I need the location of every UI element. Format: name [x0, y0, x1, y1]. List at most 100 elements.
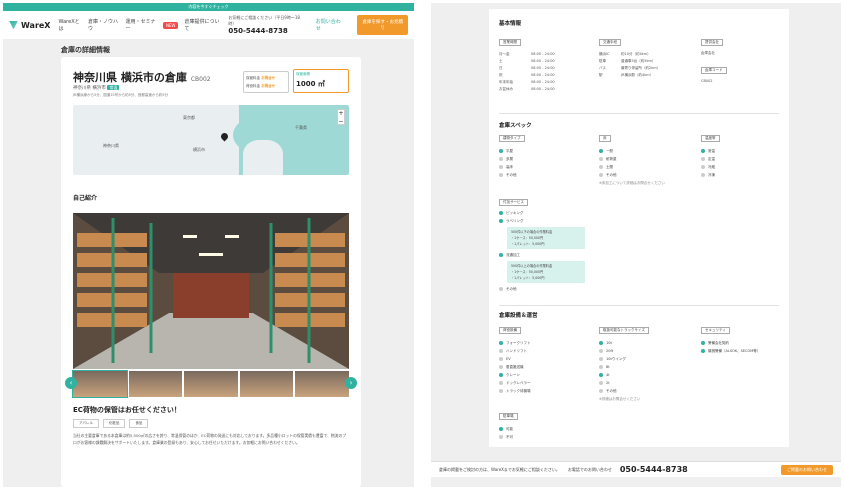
- site-header: WareX WareXとは 倉庫・ノウハウ 運用・セミナー NEW 倉庫提供につ…: [3, 11, 414, 39]
- hours-row: 08:00 - 24:00: [531, 73, 555, 77]
- option-row[interactable]: 機械警備（ALSOK、SECOM等）: [701, 347, 760, 355]
- footer-contact-button[interactable]: ご掲載のお問い合わせ: [781, 464, 833, 475]
- option-row[interactable]: ハンドリフト: [499, 347, 531, 355]
- access-value: JR横浜駅（約4km）: [621, 73, 654, 77]
- parking-options: 可能 不可: [499, 425, 513, 441]
- option-label: 機械警備（ALSOK、SECOM等）: [708, 349, 761, 353]
- access-tag: 交通手段: [599, 39, 621, 46]
- hours-row: 08:00 - 24:00: [531, 59, 555, 63]
- map[interactable]: 東京都 横浜市 神奈川県 千葉県 + −: [73, 105, 349, 175]
- warehouse-photo[interactable]: [73, 213, 349, 369]
- hours-row: 08:00 - 24:00: [531, 80, 555, 84]
- nav-seminar[interactable]: 運用・セミナー: [126, 18, 158, 32]
- nav-provide[interactable]: 倉庫提供について: [184, 18, 220, 32]
- radio-on-icon: [701, 149, 705, 153]
- option-row[interactable]: クレーン: [499, 371, 531, 379]
- radio-off-icon: [499, 349, 503, 353]
- option-row[interactable]: トラック待機場: [499, 387, 531, 395]
- page-title: 倉庫の詳細情報: [61, 46, 110, 54]
- truck-size-options: 10t 20ft 10tウイング 8t 4t 2t その他 ※詳細はお問合せくだ…: [599, 339, 640, 403]
- option-label: その他: [606, 389, 617, 393]
- radio-off-icon: [499, 357, 503, 361]
- option-row[interactable]: その他: [499, 171, 517, 179]
- option-row[interactable]: フォークリフト: [499, 339, 531, 347]
- warehouse-code: CB002: [190, 76, 211, 83]
- option-row[interactable]: 8t: [599, 363, 640, 371]
- new-badge: NEW: [163, 21, 179, 29]
- option-row[interactable]: 一般: [599, 147, 665, 155]
- option-label: 常温: [708, 149, 715, 153]
- access-name: バス: [599, 66, 606, 70]
- building-type-options: 平屋 多層 高床 その他: [499, 147, 517, 179]
- nav-knowhow[interactable]: 倉庫・ノウハウ: [88, 18, 120, 32]
- radio-off-icon: [499, 173, 503, 177]
- radio-on-icon: [599, 341, 603, 345]
- option-row[interactable]: 垂直搬送機: [499, 363, 531, 371]
- phone-number[interactable]: 050-5444-8738: [228, 27, 301, 35]
- option-label: 多層: [506, 157, 513, 161]
- option-label: 冷蔵: [708, 165, 715, 169]
- inquiry-link[interactable]: お問い合わせ: [316, 18, 344, 32]
- warehouse-id-tag: 倉庫コード: [701, 67, 727, 74]
- service-option-0[interactable]: ピッキング: [499, 211, 523, 216]
- nav-about[interactable]: WareXとは: [58, 18, 82, 32]
- radio-on-icon: [499, 211, 503, 215]
- option-label: 平屋: [506, 149, 513, 153]
- radio-on-icon: [499, 341, 503, 345]
- footer-phone[interactable]: 050-5444-8738: [620, 465, 688, 474]
- option-row[interactable]: 定温: [701, 155, 715, 163]
- option-row[interactable]: 10tウイング: [599, 355, 640, 363]
- radio-off-icon: [599, 165, 603, 169]
- option-row[interactable]: 耐荷重: [599, 155, 665, 163]
- option-label: 8t: [606, 365, 610, 369]
- option-row[interactable]: 高床: [499, 163, 517, 171]
- radio-off-icon: [499, 287, 503, 291]
- logo[interactable]: WareX: [9, 20, 50, 30]
- radio-on-icon: [701, 349, 705, 353]
- next-arrow-icon[interactable]: ›: [345, 377, 357, 389]
- thumbnail[interactable]: [239, 371, 294, 397]
- option-label: ピッキング: [506, 211, 524, 215]
- option-row[interactable]: 2t: [599, 379, 640, 387]
- thumbnail[interactable]: [295, 371, 349, 397]
- option-row[interactable]: 常温: [701, 147, 715, 155]
- service-tag: 付加サービス: [499, 199, 528, 206]
- radio-off-icon: [599, 357, 603, 361]
- prev-arrow-icon[interactable]: ‹: [65, 377, 77, 389]
- option-row[interactable]: その他: [599, 171, 665, 179]
- thumbnail[interactable]: [184, 371, 238, 397]
- top-banner[interactable]: 内容を今すぐチェック: [3, 3, 414, 11]
- option-row[interactable]: EV: [499, 355, 531, 363]
- option-row[interactable]: 10t: [599, 339, 640, 347]
- option-row[interactable]: 4t: [599, 371, 640, 379]
- option-label: ドックレベラー: [506, 381, 531, 385]
- service-option-2[interactable]: 流通加工: [499, 253, 520, 258]
- option-row[interactable]: 可能: [499, 425, 513, 433]
- option-row[interactable]: 警備会社契約: [701, 339, 760, 347]
- option-label: フォークリフト: [506, 341, 531, 345]
- map-pin-icon[interactable]: [219, 131, 230, 142]
- service-option-1[interactable]: ラベリング: [499, 219, 524, 224]
- option-row[interactable]: 冷凍: [701, 171, 715, 179]
- service-option-3[interactable]: その他: [499, 287, 517, 292]
- option-row[interactable]: 不可: [499, 433, 513, 441]
- option-row[interactable]: その他: [599, 387, 640, 395]
- intro-heading: 自己紹介: [73, 195, 98, 202]
- option-row[interactable]: 冷蔵: [701, 163, 715, 171]
- access-values: 約10分（約4km） 普通車5台（約5km） 最寄り停留所（約2km） JR横浜駅（約…: [621, 51, 660, 79]
- zoom-out-button[interactable]: −: [338, 118, 344, 126]
- price-value-2: お問合せ: [261, 84, 276, 88]
- thumbnail[interactable]: [128, 371, 183, 397]
- option-row[interactable]: 20ft: [599, 347, 640, 355]
- warehouse-id-value: CB002: [701, 79, 713, 83]
- option-row[interactable]: 平屋: [499, 147, 517, 155]
- option-row[interactable]: ドックレベラー: [499, 379, 531, 387]
- option-label: 耐荷重: [606, 157, 617, 161]
- cta-button[interactable]: 倉庫を探す・お見積り: [357, 15, 408, 35]
- floor-tag: 床: [599, 135, 611, 142]
- map-zoom-control[interactable]: + −: [337, 109, 345, 125]
- option-row[interactable]: 土間: [599, 163, 665, 171]
- option-row[interactable]: 多層: [499, 155, 517, 163]
- zoom-in-button[interactable]: +: [338, 110, 344, 118]
- thumbnail[interactable]: [72, 370, 128, 398]
